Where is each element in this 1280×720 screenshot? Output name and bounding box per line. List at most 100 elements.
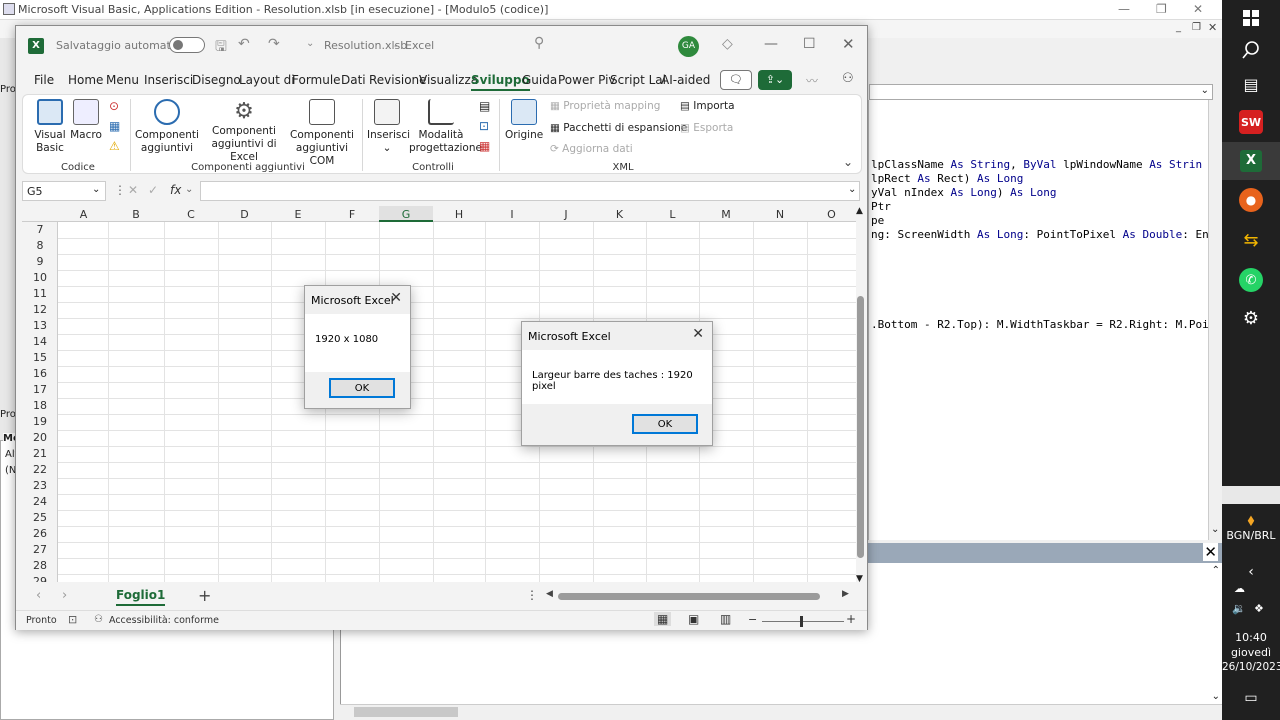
redo-icon[interactable]: ↷: [268, 36, 280, 52]
tab-file[interactable]: File: [34, 73, 54, 87]
expand-formula-icon[interactable]: ⌄: [848, 184, 856, 195]
row-header-21[interactable]: 21: [22, 447, 58, 460]
hscroll-right-icon[interactable]: ▶: [842, 589, 849, 599]
tab-menu[interactable]: Menu: [106, 73, 139, 87]
row-header-9[interactable]: 9: [22, 255, 58, 268]
zoom-in-icon[interactable]: +: [846, 612, 856, 626]
properties-icon[interactable]: ▤: [479, 99, 490, 113]
zoom-slider-thumb[interactable]: [800, 616, 803, 627]
mdi-close-icon[interactable]: ✕: [1208, 21, 1217, 34]
visual-basic-button[interactable]: Visual Basic: [31, 99, 69, 155]
column-header-n[interactable]: N: [753, 208, 807, 221]
row-header-7[interactable]: 7: [22, 223, 58, 236]
copilot-icon[interactable]: ⚇: [842, 71, 854, 86]
tab-visualizza[interactable]: Visualizza: [419, 73, 478, 87]
scroll-thumb[interactable]: [354, 707, 458, 717]
code-line[interactable]: ng: ScreenWidth As Long: PointToPixel As…: [871, 228, 1209, 241]
inserisci-control-button[interactable]: Inserisci ⌄: [367, 99, 410, 155]
row-header-10[interactable]: 10: [22, 271, 58, 284]
close-icon[interactable]: ✕: [1193, 2, 1203, 16]
row-header-13[interactable]: 13: [22, 319, 58, 332]
origine-button[interactable]: Origine: [505, 99, 543, 142]
scroll-down-icon[interactable]: ⌄: [1212, 691, 1220, 702]
add-sheet-icon[interactable]: +: [198, 586, 211, 605]
column-header-g[interactable]: G: [379, 206, 433, 222]
row-header-26[interactable]: 26: [22, 527, 58, 540]
code-line[interactable]: lpClassName As String, ByVal lpWindowNam…: [871, 158, 1202, 171]
scroll-down-icon[interactable]: ▼: [856, 574, 863, 584]
share-button[interactable]: ⇪⌄: [758, 70, 792, 90]
row-header-16[interactable]: 16: [22, 367, 58, 380]
tab-disegno[interactable]: Disegno: [192, 73, 241, 87]
procedure-combo[interactable]: ⌄: [869, 84, 1213, 100]
tab-power-pivot[interactable]: Power Piv: [558, 73, 616, 87]
row-header-12[interactable]: 12: [22, 303, 58, 316]
column-header-h[interactable]: H: [433, 208, 485, 221]
worksheet-grid[interactable]: ABCDEFGHIJKLMNO 7 8 9 10 11 12 13 14 15 16 17 18 19 2…: [22, 206, 856, 582]
excel-taskbar-item[interactable]: X: [1222, 142, 1280, 180]
settings-gear-icon[interactable]: ⚙: [1239, 306, 1263, 330]
code-vertical-scrollbar[interactable]: ⌄: [1208, 100, 1222, 540]
tab-inserisci[interactable]: Inserisci: [144, 73, 193, 87]
next-sheet-icon[interactable]: ›: [62, 588, 67, 603]
zoom-out-icon[interactable]: −: [748, 613, 757, 626]
formula-input[interactable]: [200, 181, 860, 201]
whatsapp-icon[interactable]: ✆: [1239, 268, 1263, 292]
confirm-entry-icon[interactable]: ✓: [148, 183, 158, 197]
hscroll-left-icon[interactable]: ◀: [546, 589, 553, 599]
hscroll-thumb[interactable]: [558, 593, 820, 600]
minimize-icon[interactable]: —: [1118, 2, 1130, 16]
code-line[interactable]: pe: [871, 214, 884, 227]
scroll-up-icon[interactable]: ⌃: [1212, 565, 1220, 576]
prev-sheet-icon[interactable]: ‹: [36, 588, 41, 603]
save-icon[interactable]: 🖫: [215, 36, 227, 60]
column-header-b[interactable]: B: [108, 208, 164, 221]
view-code-icon[interactable]: ⊡: [479, 119, 489, 133]
import-button[interactable]: ▤ Importa: [680, 100, 735, 112]
column-header-c[interactable]: C: [164, 208, 218, 221]
row-header-18[interactable]: 18: [22, 399, 58, 412]
row-header-28[interactable]: 28: [22, 559, 58, 572]
grid-vertical-scrollbar[interactable]: ▲ ▼: [856, 206, 866, 586]
more-options-icon[interactable]: ⋮: [114, 183, 126, 197]
row-header-17[interactable]: 17: [22, 383, 58, 396]
column-header-f[interactable]: F: [325, 208, 379, 221]
ticker-label[interactable]: BGN/BRL: [1222, 529, 1280, 542]
vbe-code-window[interactable]: ⌄ lpClassName As String, ByVal lpWindowN…: [868, 84, 1213, 540]
ok-button[interactable]: OK: [632, 414, 698, 434]
row-header-22[interactable]: 22: [22, 463, 58, 476]
chevron-down-icon[interactable]: ⌄: [92, 184, 100, 195]
search-icon[interactable]: ⚲: [534, 35, 544, 51]
volume-icon[interactable]: 🔉: [1232, 602, 1246, 615]
code-line[interactable]: Ptr: [871, 200, 891, 213]
normal-view-icon[interactable]: ▦: [654, 612, 672, 626]
macro-button[interactable]: Macro: [69, 99, 103, 142]
row-header-19[interactable]: 19: [22, 415, 58, 428]
code-line[interactable]: lpRect As Rect) As Long: [871, 172, 1023, 185]
scroll-up-icon[interactable]: ▲: [856, 206, 863, 216]
dropbox-icon[interactable]: ❖: [1254, 602, 1264, 615]
restore-icon[interactable]: ❐: [1156, 2, 1167, 16]
more-sheets-icon[interactable]: ⋮: [526, 588, 538, 602]
firefox-icon[interactable]: ●: [1239, 188, 1263, 212]
column-header-a[interactable]: A: [59, 208, 108, 221]
code-line[interactable]: .Bottom - R2.Top): M.WidthTaskbar = R2.R…: [871, 318, 1209, 331]
expansion-packs-button[interactable]: ▦ Pacchetti di espansione: [550, 122, 687, 134]
qat-more-icon[interactable]: ⌄: [306, 38, 314, 49]
tab-home[interactable]: Home: [68, 73, 103, 87]
column-header-e[interactable]: E: [271, 208, 325, 221]
macro-security-icon[interactable]: ⚠: [109, 139, 120, 153]
ok-button[interactable]: OK: [329, 378, 395, 398]
row-header-11[interactable]: 11: [22, 287, 58, 300]
swift-app-icon[interactable]: SW: [1239, 110, 1263, 134]
com-addins-button[interactable]: Componenti aggiuntivi COM: [287, 99, 357, 168]
row-header-23[interactable]: 23: [22, 479, 58, 492]
record-macro-icon[interactable]: ⊙: [109, 99, 119, 113]
tab-sviluppo[interactable]: Sviluppo: [471, 73, 530, 91]
immediate-horizontal-scrollbar[interactable]: [340, 704, 1222, 720]
diamond-icon[interactable]: ◇: [722, 36, 733, 52]
notification-icon[interactable]: ▭: [1239, 686, 1263, 710]
page-layout-icon[interactable]: ▣: [688, 612, 699, 626]
tab-ai-aided[interactable]: AI-aided: [661, 73, 710, 87]
column-header-l[interactable]: L: [646, 208, 699, 221]
